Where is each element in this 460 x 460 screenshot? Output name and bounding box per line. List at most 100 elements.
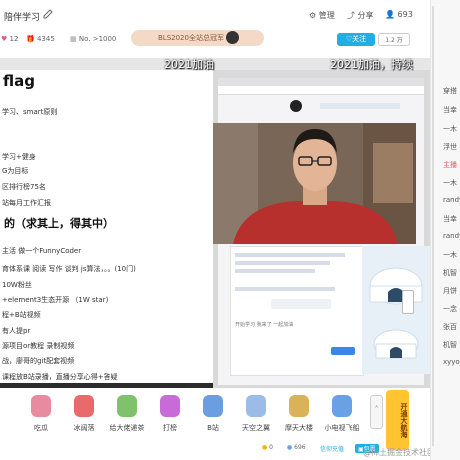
chat-username[interactable]: 一木 [443,178,457,188]
follow-button[interactable]: ♡关注 [337,33,375,46]
guard-banner[interactable]: 开通大航海 [386,390,409,450]
gold-value: 0 [269,444,273,451]
chat-username[interactable]: 一念 [443,304,457,314]
viewer-count-value: 693 [397,10,413,19]
desktop-chat-text: 开始学习 我来了 一起加油 [235,322,294,328]
chat-username[interactable]: 主播 [443,160,457,170]
chat-username[interactable]: 穿搭 [443,86,457,96]
gift-label: B站 [207,424,219,432]
browser-address-bar [218,86,424,95]
doc-title: flag [3,72,35,90]
gift-label: 打榜 [163,424,177,432]
page-nav-button[interactable] [402,290,414,314]
viewer-count: 👤 693 [385,10,413,19]
gift-item-rank[interactable]: 打榜 [153,395,187,439]
tea-gift-icon [117,395,137,417]
gift-icon: 🎁 [26,35,35,43]
gift-item-bilibili[interactable]: B站 [196,395,230,439]
champion-badge-label: BLS2020全站总冠军 [158,34,224,42]
doc-line: 10W粉丝 [2,281,32,289]
doc-line: G为目标 [2,167,29,175]
level-value: 12 [9,35,19,43]
skyscraper-gift-icon [289,395,309,417]
wing-gift-icon [246,395,266,417]
manage-icon: ⚙ [309,11,317,20]
doc-line: 战，廖哥的git配套视频 [2,357,75,365]
edit-title-icon[interactable] [43,9,53,19]
rank-gift-icon [160,395,180,417]
chat-sidebar [430,0,460,460]
browser-tabs [218,78,424,86]
doc-line: 课程放B站录播，直播分享心得+答疑 [2,373,118,381]
level-icon: ♥ [1,35,8,43]
follow-label: 关注 [352,35,367,43]
share-label: 分享 [357,11,374,20]
gift-count-value: 4345 [36,35,55,43]
chat-username[interactable]: 机智 [443,340,457,350]
chat-username[interactable]: 浮世 [443,142,457,152]
manage-label: 管理 [318,11,335,20]
chat-username[interactable]: 当幸 [443,105,457,115]
gift-item-tv-ship[interactable]: 小电视飞船 [325,395,360,439]
chat-username[interactable]: 一木 [443,124,457,134]
melon-gift-icon [31,395,51,417]
gift-label: 吃瓜 [34,424,48,432]
gift-item-skyscraper[interactable]: 摩天大楼 [282,395,316,439]
silver-value: 696 [294,444,306,451]
doc-heading: 的（求其上，得其中） [4,217,114,230]
silver-coin-icon: ● [287,444,293,451]
desktop-chat-panel: 开始学习 我来了 一起加油 [230,246,364,376]
gift-stat: 🎁 4345 [26,35,55,43]
gift-label: 冰阔落 [73,424,95,432]
chat-username[interactable]: 机智 [443,268,457,278]
app-nav [320,103,400,109]
gift-item-eat-melon[interactable]: 吃瓜 [24,395,58,439]
doc-line: 程+B站视频 [2,311,41,319]
doc-line: 区排行榜75名 [2,183,46,191]
rank-stat: ▦ No. >1000 [70,35,116,43]
chat-scrollbar[interactable] [432,6,434,446]
manage-button[interactable]: ⚙ 管理 [309,10,335,21]
doc-line: 育体系课 阅读 写作 谈判 js算法，。。(10门) [2,265,136,273]
watermark: @稀土掘金技术社区 [363,448,435,457]
gift-label: 给大佬递茶 [109,424,145,432]
igloo-illustration [362,246,430,374]
chat-username[interactable]: 张百 [443,322,457,332]
doc-line: 学习+健身 [2,153,36,161]
gift-label: 摩天大楼 [285,424,313,432]
gold-balance: ● 0 [262,444,273,451]
silver-balance: ● 696 [287,444,306,451]
chat-username[interactable]: xyyoj [443,358,460,366]
gift-label: 天空之翼 [242,424,270,432]
cola-gift-icon [74,395,94,417]
doc-line: 有人提pr [2,327,31,335]
gift-expand-button[interactable]: ˄ [370,395,383,429]
gift-label: 小电视飞船 [324,424,360,432]
webcam-feed [213,123,416,244]
doc-line: 源项目or教程 录制视频 [2,342,75,350]
chat-username[interactable]: 一木 [443,250,457,260]
recharge-link[interactable]: 信仰充值 [320,444,344,453]
viewer-icon: 👤 [385,10,395,19]
rank-icon: ▦ [70,35,77,43]
gold-coin-icon: ● [262,444,268,451]
chevron-up-icon: ˄ [374,405,379,414]
gift-item-tea[interactable]: 给大佬递茶 [110,395,145,439]
doc-line: 站每月工作汇报 [2,199,51,207]
chat-username[interactable]: randy [443,232,460,240]
doc-line: 学习、smart原则 [2,108,58,116]
rank-value: No. >1000 [78,35,117,43]
gift-item-sky-wing[interactable]: 天空之翼 [239,395,273,439]
champion-avatar [226,31,239,44]
bilibili-gift-icon [203,395,223,417]
doc-line: +element3生态开源 （1W star) [2,296,109,304]
level-badge: ♥ 12 [1,35,18,43]
share-button[interactable]: ⤴ 分享 [347,10,374,21]
gift-item-cola[interactable]: 冰阔落 [67,395,101,439]
chat-username[interactable]: randy [443,196,460,204]
chat-username[interactable]: 当幸 [443,214,457,224]
room-title: 陪伴学习 [4,13,41,23]
tv-ship-gift-icon [332,395,352,417]
share-icon: ⤴ [347,11,355,20]
chat-username[interactable]: 月饼 [443,286,457,296]
